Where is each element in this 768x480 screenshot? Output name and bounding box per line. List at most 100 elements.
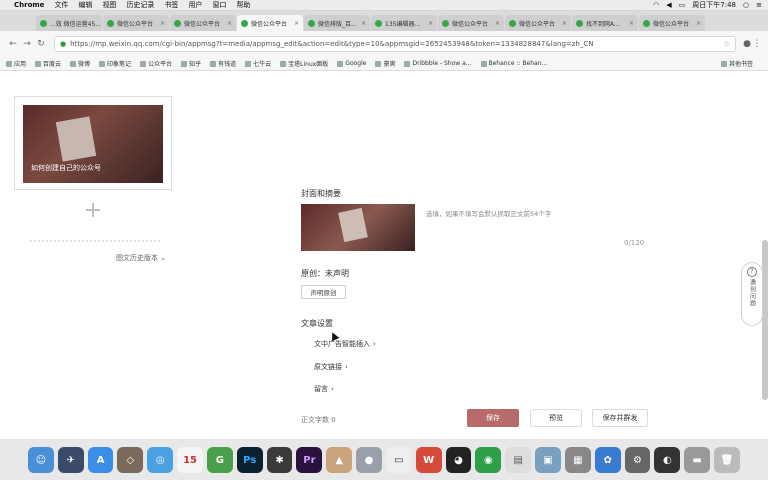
- list-icon[interactable]: ≡: [756, 1, 762, 9]
- tab-label: 微信公众平台: [653, 20, 690, 28]
- history-link[interactable]: 图文历史版本 ⌄: [116, 253, 166, 263]
- notes-icon[interactable]: ▭: [385, 447, 412, 473]
- finder-icon[interactable]: ☺: [28, 447, 54, 473]
- more-menu-icon[interactable]: ⋮: [752, 39, 762, 49]
- bookmark-item[interactable]: Behance :: Behan...: [480, 60, 547, 67]
- address-bar[interactable]: ● https://mp.weixin.qq.com/cgi-bin/appms…: [54, 36, 736, 52]
- menubar-item-history[interactable]: 历史记录: [126, 0, 154, 10]
- scrollbar[interactable]: [762, 240, 768, 400]
- wechat-icon[interactable]: ◉: [475, 447, 502, 473]
- keynote-icon[interactable]: ▲: [326, 447, 353, 473]
- bookmark-item[interactable]: 有钱道: [210, 59, 236, 68]
- chrome-icon[interactable]: ◐: [654, 447, 681, 473]
- browser-tab-active[interactable]: 微信公众平台 ×: [237, 15, 303, 31]
- app-icon[interactable]: ▦: [564, 447, 591, 473]
- launchpad-icon[interactable]: ✈: [57, 447, 84, 473]
- bookmark-item[interactable]: Google: [337, 60, 366, 67]
- davinci-icon[interactable]: ✱: [266, 447, 293, 473]
- qq-icon[interactable]: ◕: [445, 447, 472, 473]
- calendar-icon[interactable]: 15: [177, 447, 203, 473]
- wifi-icon[interactable]: ◠: [653, 1, 659, 9]
- menubar-clock[interactable]: 周日下午7:48: [692, 0, 736, 10]
- add-article-icon[interactable]: +: [82, 200, 104, 222]
- bookmark-label: 印象笔记: [107, 61, 132, 68]
- declare-original-button[interactable]: 声明原创: [301, 285, 346, 299]
- menubar-app-name[interactable]: Chrome: [14, 1, 44, 9]
- bookmark-item[interactable]: 百度云: [35, 59, 61, 68]
- bookmark-item[interactable]: 知乎: [181, 59, 201, 68]
- close-icon[interactable]: ×: [361, 20, 366, 27]
- app-icon[interactable]: ▤: [505, 447, 532, 473]
- grammarly-icon[interactable]: G: [206, 447, 233, 473]
- browser-tab[interactable]: 微信公众平台 ×: [438, 15, 504, 31]
- save-and-publish-button[interactable]: 保存并群发: [592, 409, 648, 427]
- app-store-icon[interactable]: A: [87, 447, 114, 473]
- browser-tab[interactable]: 135编辑器... ×: [371, 15, 437, 31]
- baidu-netdisk-icon[interactable]: ✿: [594, 447, 621, 473]
- photoshop-icon[interactable]: Ps: [236, 447, 263, 473]
- word-count: 正文字数 0: [301, 416, 336, 424]
- safari-icon[interactable]: ◎: [147, 447, 174, 473]
- volume-icon[interactable]: ◀: [666, 1, 671, 9]
- save-button[interactable]: 保存: [467, 409, 519, 427]
- close-icon[interactable]: ×: [696, 20, 701, 27]
- summary-input[interactable]: 选填，如果不填写会默认抓取正文前54个字: [426, 208, 551, 218]
- setting-original-link[interactable]: 原文链接 ›: [314, 362, 348, 372]
- close-icon[interactable]: ×: [428, 20, 433, 27]
- close-icon[interactable]: ×: [629, 20, 634, 27]
- bookmark-item[interactable]: 印象笔记: [99, 59, 131, 68]
- bookmark-star-icon[interactable]: ☆: [724, 40, 730, 48]
- menubar-item-edit[interactable]: 编辑: [78, 0, 92, 10]
- browser-tab[interactable]: 微信公众平台 ×: [170, 15, 236, 31]
- divider: [30, 240, 160, 242]
- close-icon[interactable]: ×: [562, 20, 567, 27]
- menubar-item-file[interactable]: 文件: [54, 0, 68, 10]
- browser-tab[interactable]: 微信公众平台 ×: [505, 15, 571, 31]
- system-app-icon[interactable]: ●: [356, 447, 382, 473]
- forward-icon[interactable]: →: [20, 39, 34, 49]
- setting-ad-insert[interactable]: 文中广告智能插入 ›: [314, 339, 376, 349]
- premiere-icon[interactable]: Pr: [296, 447, 323, 473]
- trash-icon[interactable]: 🗑: [714, 447, 740, 473]
- wps-icon[interactable]: W: [415, 447, 442, 473]
- menubar-item-bookmarks[interactable]: 书签: [164, 0, 178, 10]
- bookmark-item[interactable]: 七牛云: [245, 59, 271, 68]
- browser-tab[interactable]: ...效 微信运营45...×: [36, 15, 102, 31]
- close-icon[interactable]: ×: [101, 20, 102, 27]
- bookmark-other[interactable]: 其他书签: [720, 59, 753, 68]
- menubar-item-view[interactable]: 视图: [102, 0, 116, 10]
- tab-favicon: [643, 19, 650, 27]
- search-icon[interactable]: ○: [743, 1, 749, 9]
- bookmark-item[interactable]: 豪爽: [375, 59, 395, 68]
- browser-tab[interactable]: 微信公众平台 ×: [639, 15, 705, 31]
- close-icon[interactable]: ×: [227, 20, 232, 27]
- folder-icon[interactable]: ▬: [684, 447, 711, 473]
- bookmark-item[interactable]: Dribbble - Show a...: [404, 60, 472, 67]
- bookmark-apps[interactable]: 应用: [6, 59, 26, 68]
- close-icon[interactable]: ×: [294, 20, 299, 27]
- bookmark-item[interactable]: 微博: [70, 59, 90, 68]
- menubar-item-user[interactable]: 用户: [188, 0, 202, 10]
- close-icon[interactable]: ×: [160, 20, 165, 27]
- reload-icon[interactable]: ↻: [34, 39, 48, 49]
- bookmark-item[interactable]: 公众平台: [140, 59, 172, 68]
- cover-image[interactable]: [301, 204, 415, 251]
- bookmark-item[interactable]: 宝塔Linux面板: [280, 59, 328, 68]
- preview-button[interactable]: 预览: [530, 409, 582, 427]
- bookmarks-bar: 应用 百度云 微博 印象笔记 公众平台 知乎 有钱道 七牛云 宝塔Linux面板…: [0, 57, 768, 71]
- browser-tab[interactable]: 微信公众平台 ×: [103, 15, 169, 31]
- system-preferences-icon[interactable]: ⚙: [624, 447, 651, 473]
- close-icon[interactable]: ×: [495, 20, 500, 27]
- back-icon[interactable]: ←: [6, 39, 20, 49]
- extension-icon[interactable]: ●: [742, 39, 752, 49]
- preview-app-icon[interactable]: ◇: [117, 447, 144, 473]
- help-floating-button[interactable]: ? 遇到问题: [741, 262, 763, 326]
- article-thumbnail-card[interactable]: 如何创建自己的公众号: [14, 96, 172, 190]
- browser-tab[interactable]: 微信排版_百... ×: [304, 15, 370, 31]
- battery-icon[interactable]: ▭: [679, 1, 686, 9]
- browser-tab[interactable]: 找不到网A... ×: [572, 15, 638, 31]
- setting-comment[interactable]: 留言 ›: [314, 384, 334, 394]
- screen-icon[interactable]: ▣: [535, 447, 561, 473]
- menubar-item-help[interactable]: 帮助: [236, 0, 250, 10]
- menubar-item-window[interactable]: 窗口: [212, 0, 226, 10]
